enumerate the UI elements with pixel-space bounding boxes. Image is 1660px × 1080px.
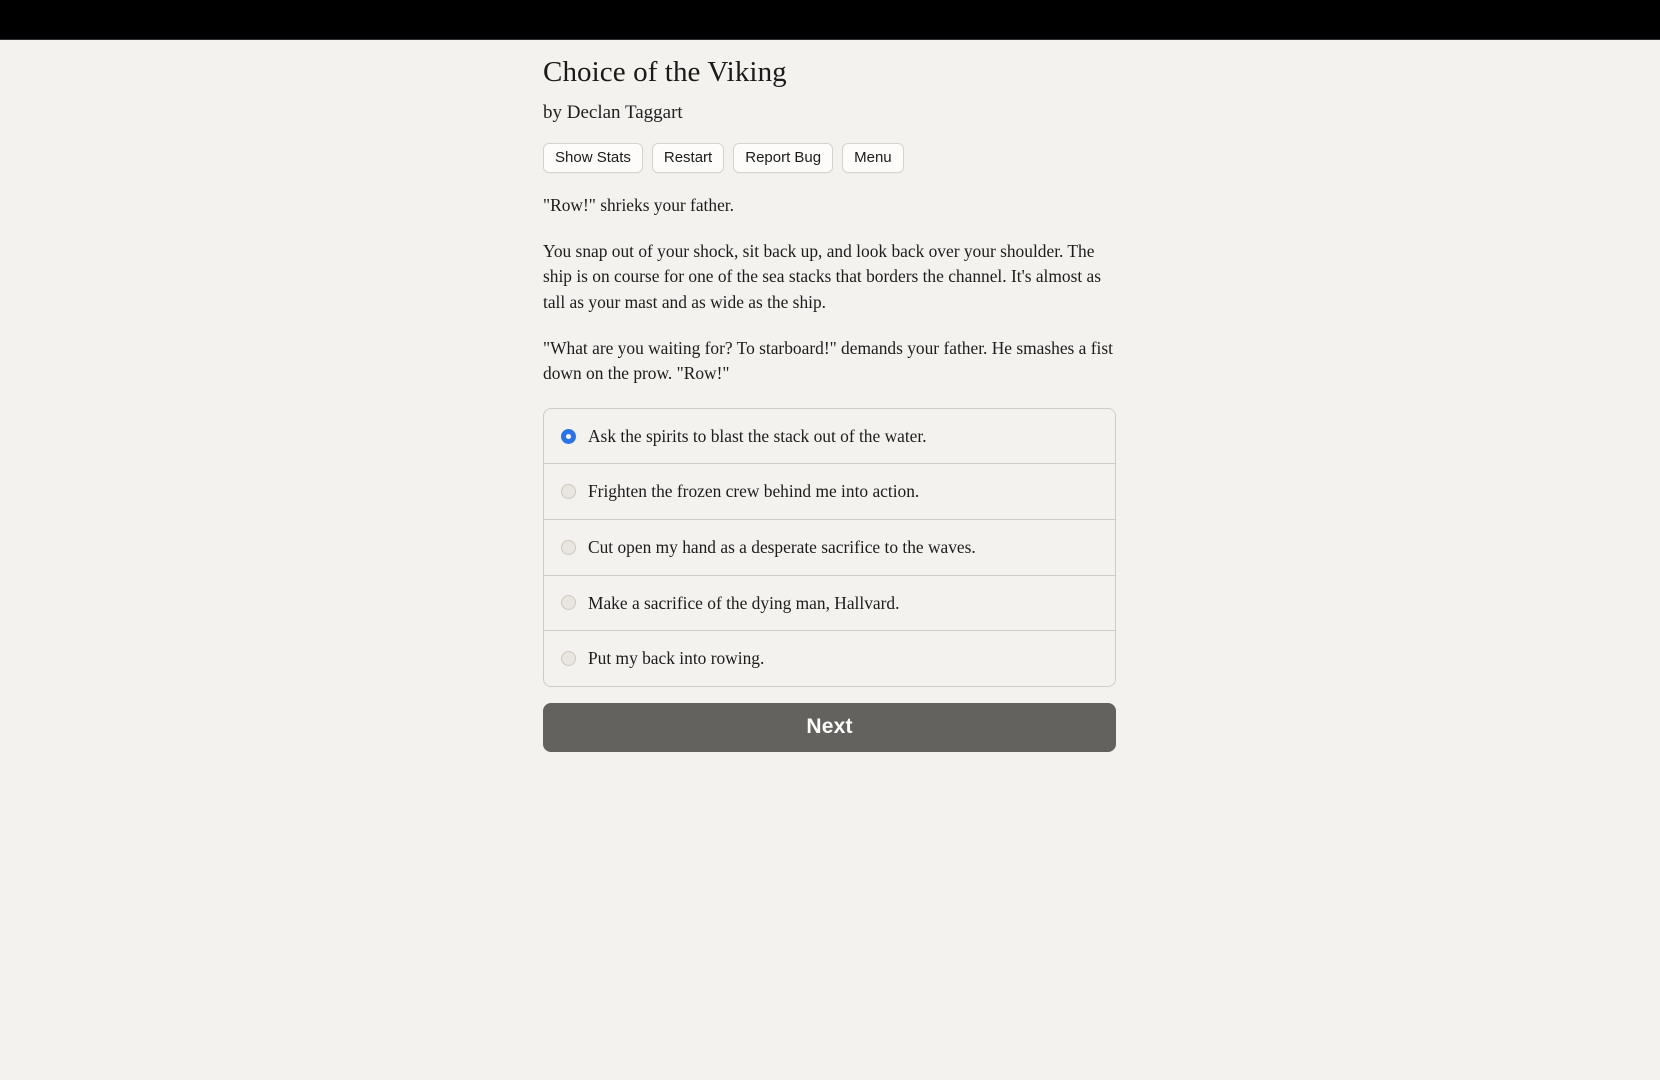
browser-chrome-bar <box>0 0 1660 40</box>
report-bug-button[interactable]: Report Bug <box>733 143 834 174</box>
story-paragraph-2: You snap out of your shock, sit back up,… <box>543 240 1102 313</box>
choice-option-label: Make a sacrifice of the dying man, Hallv… <box>588 592 900 613</box>
game-page: Choice of the Viking by Declan Taggart S… <box>0 40 1660 1080</box>
utility-button-row: Show Stats Restart Report Bug Menu <box>543 143 1116 174</box>
restart-button[interactable]: Restart <box>651 143 725 174</box>
choice-option-3[interactable]: Cut open my hand as a desperate sacrific… <box>544 519 1115 575</box>
choice-option-1[interactable]: Ask the spirits to blast the stack out o… <box>544 409 1115 464</box>
story-text: "Row!" shrieks your father. You snap out… <box>543 193 1116 386</box>
choice-option-label: Put my back into rowing. <box>588 648 765 669</box>
next-button[interactable]: Next <box>543 702 1116 752</box>
choice-option-label: Frighten the frozen crew behind me into … <box>588 481 920 502</box>
choice-option-2[interactable]: Frighten the frozen crew behind me into … <box>544 463 1115 519</box>
choice-option-4[interactable]: Make a sacrifice of the dying man, Hallv… <box>544 574 1115 631</box>
radio-icon[interactable] <box>561 428 576 444</box>
content-column: Choice of the Viking by Declan Taggart S… <box>543 54 1116 752</box>
page-title: Choice of the Viking <box>543 56 787 88</box>
choice-option-5[interactable]: Put my back into rowing. <box>544 630 1115 686</box>
show-stats-button[interactable]: Show Stats <box>543 143 643 174</box>
radio-icon[interactable] <box>561 484 576 500</box>
story-paragraph-1: "Row!" shrieks your father. <box>543 195 734 216</box>
choice-option-label: Cut open my hand as a desperate sacrific… <box>588 537 976 558</box>
radio-icon[interactable] <box>561 539 576 555</box>
app-viewport: Choice of the Viking by Declan Taggart S… <box>0 0 1660 1080</box>
story-paragraph-3: "What are you waiting for? To starboard!… <box>543 337 1113 384</box>
choice-option-label: Ask the spirits to blast the stack out o… <box>588 425 927 446</box>
radio-icon[interactable] <box>561 595 576 611</box>
author-byline: by Declan Taggart <box>543 102 683 124</box>
choice-list: Ask the spirits to blast the stack out o… <box>543 407 1116 687</box>
menu-button[interactable]: Menu <box>842 143 904 174</box>
radio-icon[interactable] <box>561 651 576 667</box>
